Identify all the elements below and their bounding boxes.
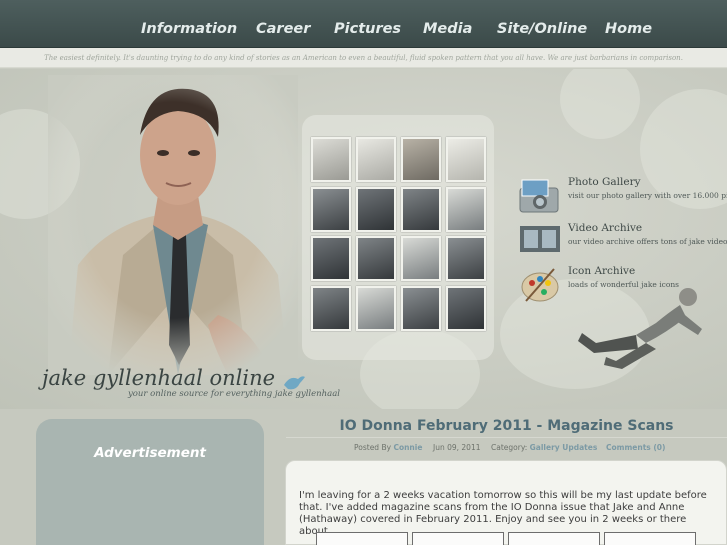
nav-site-online[interactable]: Site/Online <box>497 0 587 48</box>
top-navigation: Information Career Pictures Media Site/O… <box>0 0 727 48</box>
gallery-thumbnail[interactable] <box>446 286 486 331</box>
post-scan-image[interactable] <box>604 532 696 545</box>
nav-media[interactable]: Media <box>423 0 472 48</box>
gallery-thumbnail[interactable] <box>401 236 441 281</box>
category-label: Category: <box>491 443 528 452</box>
post-category-meta: Category: Gallery Updates <box>491 443 597 452</box>
post-category-link[interactable]: Gallery Updates <box>530 443 598 452</box>
palette-icon <box>521 268 559 302</box>
gallery-thumbnail[interactable] <box>401 137 441 182</box>
site-logo-subtitle: your online source for everything jake g… <box>128 389 340 399</box>
gallery-thumbnail[interactable] <box>401 187 441 232</box>
nav-home[interactable]: Home <box>605 0 652 48</box>
post-content: I'm leaving for a 2 weeks vacation tomor… <box>285 460 727 545</box>
jake-sitting-image <box>578 288 702 369</box>
post-scan-image[interactable] <box>316 532 408 545</box>
gallery-thumbnail[interactable] <box>311 137 351 182</box>
gallery-thumbnail[interactable] <box>311 187 351 232</box>
site-header: jake gyllenhaal online your online sourc… <box>0 69 727 409</box>
post-author-link[interactable]: Connie <box>393 443 422 452</box>
post-scan-image[interactable] <box>508 532 600 545</box>
gallery-thumbnail[interactable] <box>356 286 396 331</box>
post-comments-meta: Comments (0) <box>606 443 665 452</box>
side-link-title: Photo Gallery <box>568 176 641 188</box>
gallery-thumbnail[interactable] <box>356 187 396 232</box>
gallery-thumbnail[interactable] <box>356 137 396 182</box>
gallery-thumbnail[interactable] <box>446 187 486 232</box>
side-link-desc: our video archive offers tons of jake vi… <box>568 237 727 246</box>
gallery-thumbnail[interactable] <box>446 236 486 281</box>
camera-icon <box>519 179 559 213</box>
quote-bar: The easiest definitely. It's daunting tr… <box>0 48 727 68</box>
advertisement-sidebar: Advertisement <box>36 419 264 545</box>
gallery-thumbnail[interactable] <box>401 286 441 331</box>
site-logo-title[interactable]: jake gyllenhaal online <box>42 366 275 390</box>
post-title[interactable]: IO Donna February 2011 - Magazine Scans <box>286 418 727 434</box>
gallery-thumbnail[interactable] <box>356 236 396 281</box>
decor-bubble <box>560 69 640 139</box>
post-date: Jun 09, 2011 <box>433 443 481 452</box>
nav-career[interactable]: Career <box>256 0 310 48</box>
gallery-thumbnail[interactable] <box>311 236 351 281</box>
gallery-thumbnail[interactable] <box>311 286 351 331</box>
side-link-title: Icon Archive <box>568 265 636 277</box>
nav-pictures[interactable]: Pictures <box>334 0 401 48</box>
post-comments-link[interactable]: Comments (0) <box>606 443 665 452</box>
jake-portrait-image <box>48 75 298 375</box>
post-author-meta: Posted By Connie <box>354 443 422 452</box>
gallery-thumbnail[interactable] <box>446 137 486 182</box>
side-link-desc: visit our photo gallery with over 16.000… <box>568 191 727 200</box>
divider <box>286 437 727 438</box>
side-link-title: Video Archive <box>568 222 643 234</box>
film-icon <box>520 226 560 252</box>
nav-information[interactable]: Information <box>141 0 237 48</box>
post-body-text: I'm leaving for a 2 weeks vacation tomor… <box>299 490 707 537</box>
advertisement-title: Advertisement <box>94 445 206 461</box>
posted-by-label: Posted By <box>354 443 392 452</box>
post-scan-image[interactable] <box>412 532 504 545</box>
